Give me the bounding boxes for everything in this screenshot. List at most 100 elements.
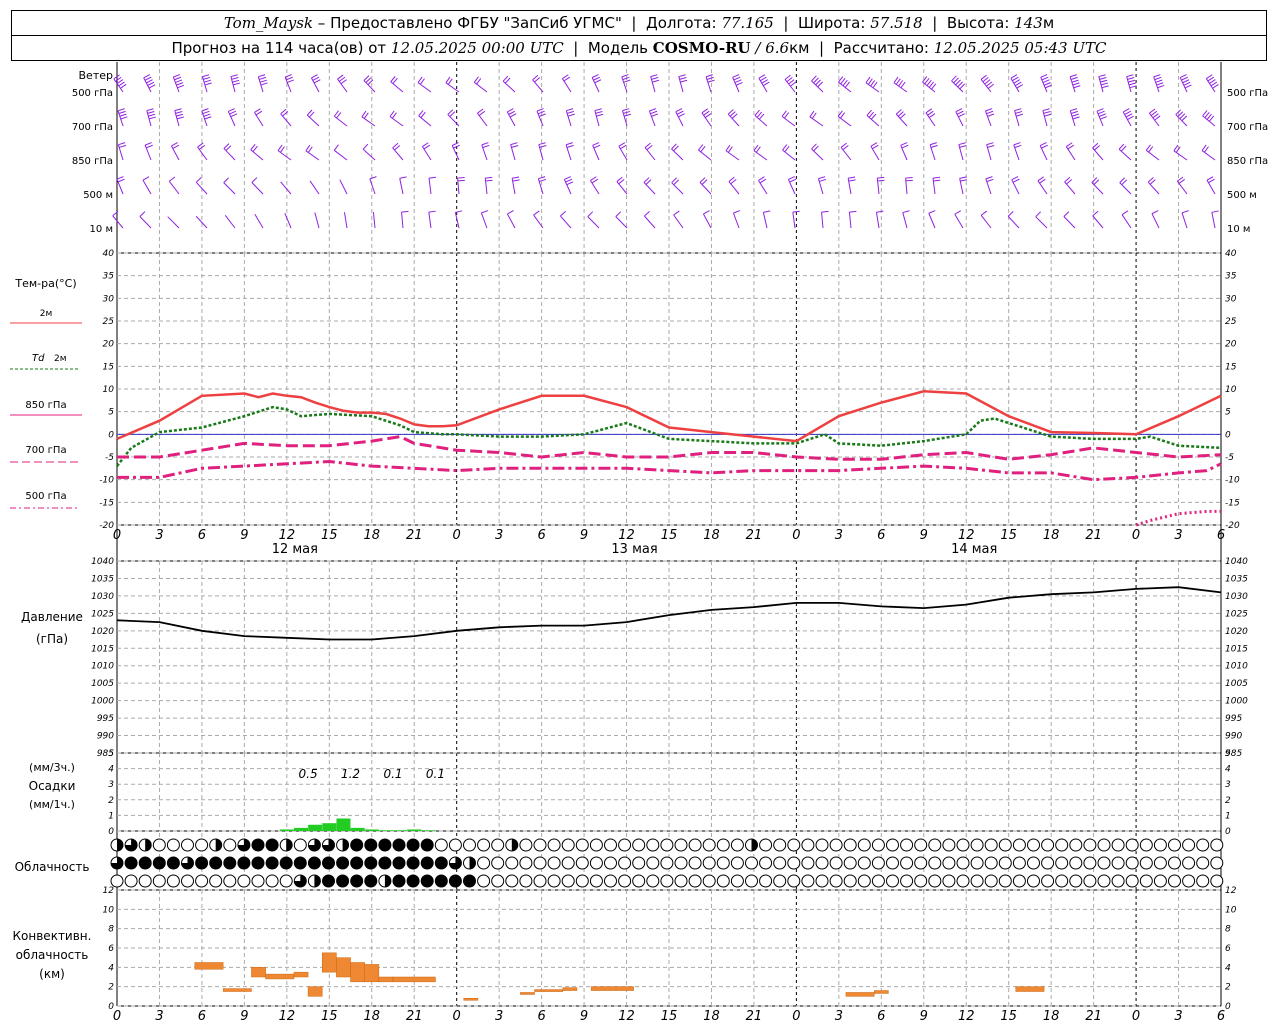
bottom-xtick-17: 3 bbox=[835, 1009, 843, 1024]
legend-td-prefix: Td bbox=[32, 353, 45, 364]
cloud-symbol-2-12 bbox=[279, 874, 293, 888]
cloud-symbol-1-65 bbox=[1027, 856, 1040, 870]
wind-barb-feather bbox=[1206, 176, 1214, 181]
cloud-circle bbox=[660, 874, 674, 888]
wind-barb-feather bbox=[1151, 210, 1159, 215]
cloud-circle bbox=[1027, 874, 1040, 888]
temp-ytick-right-30: 30 bbox=[1225, 294, 1237, 304]
wind-barb-1-1 bbox=[146, 108, 156, 127]
temp-xtick-11: 9 bbox=[580, 528, 588, 543]
wind-barb-1-17 bbox=[594, 108, 604, 127]
cloud-symbol-2-62 bbox=[984, 874, 998, 888]
conv-bar-2 bbox=[251, 967, 266, 978]
wind-barb-staff bbox=[895, 113, 908, 127]
bottom-xtick-1: 3 bbox=[155, 1009, 163, 1024]
cloud-symbol-2-39 bbox=[660, 874, 674, 888]
bottom-xtick-5: 15 bbox=[321, 1009, 338, 1024]
wind-barb-feather bbox=[706, 76, 714, 80]
wind-barb-0-21 bbox=[705, 74, 715, 93]
temp-xtick-13: 15 bbox=[661, 528, 678, 543]
bottom-xtick-25: 3 bbox=[1174, 1009, 1182, 1024]
wind-barb-feather bbox=[363, 112, 369, 119]
precip-bar-4 bbox=[336, 818, 351, 831]
cloud-symbol-0-8 bbox=[223, 838, 237, 852]
cloud-symbol-2-74 bbox=[1153, 874, 1167, 888]
cloud-symbol-2-63 bbox=[998, 874, 1012, 888]
cloud-circle bbox=[942, 874, 956, 888]
cloud-circle bbox=[871, 856, 885, 870]
wind-barb-2-9 bbox=[362, 143, 376, 161]
wind-barb-staff bbox=[1181, 212, 1188, 229]
cloud-circle bbox=[350, 874, 364, 888]
cloud-symbol-1-10 bbox=[251, 856, 265, 870]
wind-barb-feather bbox=[447, 78, 453, 85]
cloud-symbol-0-26 bbox=[477, 838, 491, 852]
cloud-circle bbox=[364, 874, 378, 888]
cloud-circle bbox=[956, 856, 970, 870]
pres-ytick-right-1005: 1005 bbox=[1225, 679, 1248, 689]
cloud-circle bbox=[632, 874, 646, 888]
cloud-circle bbox=[448, 838, 462, 852]
cloud-symbol-1-6 bbox=[195, 856, 209, 870]
cloud-circle bbox=[914, 856, 928, 870]
cloud-circle bbox=[589, 874, 603, 888]
cloud-circle bbox=[1182, 838, 1196, 852]
wind-barb-feather bbox=[423, 144, 431, 150]
wind-barb-feather bbox=[1126, 74, 1134, 78]
cloud-symbol-1-71 bbox=[1111, 856, 1125, 870]
wind-barb-feather bbox=[399, 176, 407, 179]
cloud-symbol-1-27 bbox=[491, 856, 505, 870]
wind-barb-feather bbox=[539, 113, 546, 117]
wind-barb-staff bbox=[781, 116, 796, 127]
wind-barb-feather bbox=[476, 78, 482, 85]
wind-barb-feather bbox=[587, 211, 594, 217]
wind-barb-2-15 bbox=[538, 142, 547, 161]
cloud-circle bbox=[1083, 874, 1097, 888]
cloud-symbol-0-27 bbox=[491, 838, 505, 852]
wind-barb-0-17 bbox=[591, 74, 602, 93]
cloud-symbol-2-46 bbox=[759, 874, 773, 888]
wind-barb-feather bbox=[930, 144, 938, 148]
cloud-circle bbox=[618, 874, 632, 888]
cloud-circle bbox=[646, 856, 660, 870]
cloud-circle bbox=[674, 838, 688, 852]
wind-barb-staff bbox=[389, 116, 404, 127]
cloud-symbol-0-76 bbox=[1182, 838, 1196, 852]
cloud-circle bbox=[984, 874, 998, 888]
wind-barb-4-14 bbox=[506, 210, 516, 229]
wind-barb-feather bbox=[565, 178, 573, 183]
cloud-symbol-0-3 bbox=[152, 838, 166, 852]
wind-barb-1-20 bbox=[675, 108, 685, 127]
conv-title-2: облачность bbox=[16, 948, 89, 962]
wind-barb-feather bbox=[1173, 144, 1179, 152]
cloud-symbol-1-47 bbox=[773, 856, 787, 870]
wind-barb-feather bbox=[1016, 113, 1024, 117]
wind-barb-feather bbox=[144, 142, 152, 146]
wind-barb-0-1 bbox=[143, 74, 156, 93]
conv-ytick-right-8: 8 bbox=[1225, 925, 1231, 935]
conv-ytick-left-12: 12 bbox=[103, 886, 115, 896]
wind-barb-2-13 bbox=[481, 142, 490, 161]
wind-barb-feather bbox=[819, 178, 827, 182]
cloud-circle bbox=[1125, 856, 1139, 870]
cloud-fill bbox=[384, 875, 391, 887]
cloud-circle bbox=[1125, 838, 1139, 852]
wind-barb-feather bbox=[177, 84, 185, 89]
wind-barb-feather bbox=[173, 74, 181, 78]
wind-barb-2-2 bbox=[170, 142, 180, 161]
wind-barb-feather bbox=[259, 76, 267, 80]
cloud-circle bbox=[688, 874, 702, 888]
cloud-symbol-1-68 bbox=[1069, 856, 1083, 870]
wind-barb-2-20 bbox=[671, 143, 684, 161]
wind-barb-feather bbox=[1145, 144, 1151, 151]
cloud-symbol-2-43 bbox=[716, 874, 730, 888]
cloud-circle bbox=[1210, 856, 1224, 870]
cloud-symbol-0-65 bbox=[1027, 838, 1040, 852]
cloud-symbol-2-55 bbox=[886, 874, 899, 888]
wind-barb-feather bbox=[985, 176, 993, 180]
temp-xtick-8: 0 bbox=[453, 528, 461, 543]
cloud-symbol-0-25 bbox=[463, 838, 476, 852]
cloud-symbol-1-56 bbox=[900, 856, 914, 870]
wind-barb-feather bbox=[147, 81, 155, 86]
wind-barb-3-34 bbox=[1064, 176, 1076, 195]
